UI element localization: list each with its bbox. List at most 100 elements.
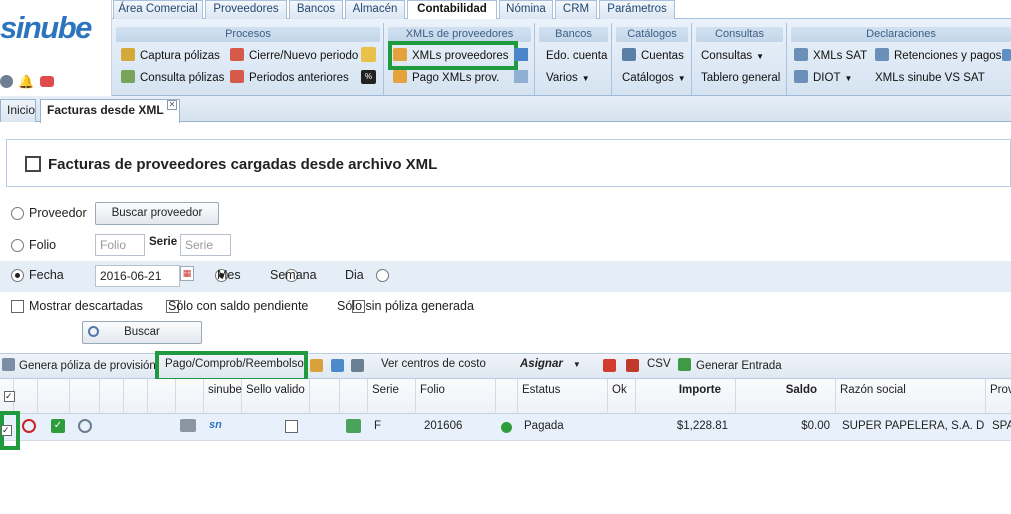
chevron-down-icon: ▼ (756, 52, 765, 61)
view-details-icon[interactable] (78, 419, 92, 433)
cell-prov: SPA (992, 420, 1011, 432)
tab-contabilidad[interactable]: Contabilidad (407, 0, 497, 20)
ribbon-cuentas[interactable]: Cuentas (622, 48, 684, 64)
ribbon-tablero-general[interactable]: Tablero general (701, 70, 780, 86)
status-dot-icon (501, 422, 512, 433)
folio-input[interactable]: Folio (95, 234, 145, 256)
help-icon[interactable] (0, 75, 13, 88)
ribbon-xmls-vs-sat[interactable]: XMLs sinube VS SAT (875, 70, 985, 86)
header-saldo[interactable]: Saldo (736, 379, 836, 414)
sello-checkbox[interactable] (285, 420, 299, 433)
page-title: Facturas de proveedores cargadas desde a… (48, 156, 438, 173)
filter-row-checks: Mostrar descartadas Sólo con saldo pendi… (0, 292, 1011, 323)
poliza-icon (2, 358, 15, 371)
calendar-picker-icon[interactable]: ▦ (180, 266, 194, 281)
search-icon (88, 326, 99, 337)
tab-nomina[interactable]: Nómina (499, 0, 553, 19)
tab-area-comercial[interactable]: Área Comercial (113, 0, 203, 19)
plus-icon (678, 358, 691, 371)
discard-icon[interactable] (22, 419, 36, 433)
cell-importe: $1,228.81 (676, 420, 728, 432)
chat-icon[interactable] (40, 76, 54, 87)
header-sinube[interactable]: sinube (204, 379, 242, 414)
print-icon[interactable] (180, 419, 196, 432)
serie-input[interactable]: Serie (180, 234, 231, 256)
grid-icon[interactable] (331, 359, 344, 372)
header-ok[interactable]: Ok (608, 379, 636, 414)
header-col (496, 379, 518, 414)
ribbon-periodos-anteriores[interactable]: Periodos anteriores (230, 70, 349, 86)
buscar-proveedor-button[interactable]: Buscar proveedor (95, 202, 219, 225)
genera-poliza-button[interactable]: Genera póliza de provisión (2, 358, 156, 372)
sat-icon (794, 70, 808, 83)
ribbon-captura-polizas[interactable]: Captura pólizas (121, 48, 220, 64)
tab-bancos[interactable]: Bancos (289, 0, 343, 19)
note-icon[interactable] (361, 47, 376, 62)
header-col (124, 379, 148, 414)
header-razon-social[interactable]: Razón social (836, 379, 986, 414)
chevron-down-icon: ▼ (677, 74, 686, 83)
header-serie[interactable]: Serie (368, 379, 416, 414)
bell-icon[interactable]: 🔔 (18, 74, 34, 90)
label-dia: Dia (345, 268, 364, 282)
doc-tab-facturas[interactable]: Facturas desde XML (40, 99, 180, 123)
header-col (176, 379, 204, 414)
ribbon-cierre-periodo[interactable]: Cierre/Nuevo periodo (230, 48, 358, 64)
group-title-consultas: Consultas (696, 27, 783, 42)
cell-razon-social: SUPER PAPELERA, S.A. D... (842, 420, 984, 432)
pdf-icon[interactable] (603, 359, 616, 372)
header-folio[interactable]: Folio (416, 379, 496, 414)
cell-saldo: $0.00 (801, 420, 830, 432)
ribbon-catalogos[interactable]: Catálogos ▼ (622, 70, 686, 87)
generar-entrada-button[interactable]: Generar Entrada (678, 358, 782, 372)
tab-almacen[interactable]: Almacén (345, 0, 405, 19)
buscar-button[interactable]: Buscar (82, 321, 202, 344)
header-prov[interactable]: Prov (986, 379, 1011, 414)
sat-icon (794, 48, 808, 61)
csv-button[interactable]: CSV (647, 358, 671, 370)
checkbox-mostrar-descartadas[interactable] (11, 300, 24, 313)
fecha-input[interactable]: 2016-06-21 (95, 265, 180, 287)
header-select-all[interactable]: ✓ (0, 379, 15, 414)
tab-parametros[interactable]: Parámetros (599, 0, 675, 19)
more-icon[interactable] (1002, 49, 1011, 61)
app-logo: sinube (0, 10, 92, 45)
tab-crm[interactable]: CRM (555, 0, 597, 19)
group-title-catalogos: Catálogos (616, 27, 688, 42)
ribbon-consultas[interactable]: Consultas ▼ (701, 48, 764, 65)
xml-icon[interactable] (310, 359, 323, 372)
list-icon (622, 48, 636, 61)
approve-icon[interactable]: ✓ (51, 419, 65, 433)
users-icon[interactable] (351, 359, 364, 372)
radio-folio[interactable] (11, 239, 24, 252)
ribbon-varios[interactable]: Varios ▼ (546, 70, 590, 87)
sinube-icon[interactable]: sn (209, 419, 222, 431)
ribbon-diot[interactable]: DIOT ▼ (794, 70, 852, 87)
radio-dia[interactable] (376, 269, 390, 282)
header-sello-valido[interactable]: Sello valido (242, 379, 310, 414)
ribbon-xmls-sat[interactable]: XMLs SAT (794, 48, 867, 64)
ribbon-xmls-proveedores[interactable]: XMLs proveedores (393, 48, 509, 64)
doc-tab-inicio[interactable]: Inicio (0, 99, 36, 122)
radio-proveedor[interactable] (11, 207, 24, 220)
ver-centros-button[interactable]: Ver centros de costo (381, 358, 486, 370)
header-estatus[interactable]: Estatus (518, 379, 608, 414)
report-icon[interactable] (626, 359, 639, 372)
radio-fecha[interactable] (11, 269, 24, 282)
asignar-menu[interactable]: Asignar ▼ (520, 358, 581, 370)
label-sin-poliza: Sólo sin póliza generada (337, 299, 474, 313)
ribbon-edo-cuenta[interactable]: Edo. cuenta (546, 48, 607, 64)
ribbon-consulta-polizas[interactable]: Consulta pólizas (121, 70, 224, 86)
link-icon[interactable] (346, 419, 361, 433)
header-importe[interactable]: Importe (636, 379, 736, 414)
chart-icon[interactable] (514, 48, 528, 61)
qr-icon (25, 156, 41, 172)
ribbon-pago-xmls[interactable]: Pago XMLs prov. (393, 70, 499, 86)
settings-icon[interactable] (514, 70, 528, 83)
close-tab-icon[interactable]: ✕ (167, 100, 177, 110)
ribbon-retenciones[interactable]: Retenciones y pagos (875, 48, 1001, 64)
percent-icon[interactable]: % (361, 70, 376, 84)
tab-proveedores[interactable]: Proveedores (205, 0, 287, 19)
row-checkbox[interactable]: ✓ (1, 425, 12, 436)
pago-comprob-reembolso-button[interactable]: Pago/Comprob/Reembolso (165, 358, 304, 370)
